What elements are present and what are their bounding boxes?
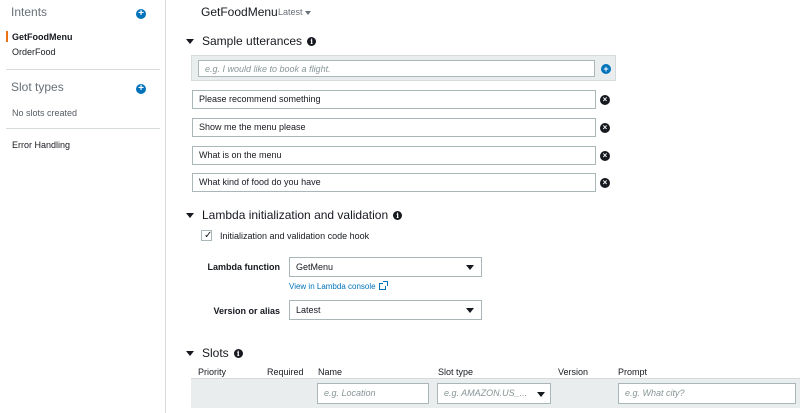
add-intent-icon[interactable]: + (136, 9, 146, 19)
lambda-function-label: Lambda function (207, 262, 281, 272)
sidebar-divider (6, 69, 160, 70)
slot-type-select[interactable]: e.g. AMAZON.US_... (437, 383, 551, 404)
lambda-function-select[interactable]: GetMenu (289, 257, 482, 277)
collapse-triangle-icon (186, 212, 194, 218)
external-link-icon (378, 281, 388, 291)
info-icon[interactable]: i (307, 36, 317, 46)
collapse-triangle-icon (186, 350, 194, 356)
utterance-item[interactable]: Please recommend something (192, 90, 596, 109)
sidebar-divider (6, 128, 160, 129)
slot-type-placeholder: e.g. AMAZON.US_... (444, 388, 528, 398)
utterances-section-header[interactable]: Sample utterances i (186, 34, 317, 48)
add-utterance-icon[interactable]: + (601, 64, 611, 74)
info-icon[interactable]: i (233, 348, 243, 358)
sidebar-item-error-handling[interactable]: Error Handling (12, 140, 70, 150)
lambda-function-value: GetMenu (296, 262, 334, 272)
col-version: Version (558, 367, 589, 377)
col-prompt: Prompt (618, 367, 648, 377)
col-required: Required (267, 367, 304, 377)
utterance-item[interactable]: Show me the menu please (192, 118, 596, 137)
info-icon[interactable]: i (393, 210, 403, 220)
utterance-item[interactable]: What kind of food do you have (192, 173, 596, 192)
sidebar-item-getfoodmenu[interactable]: GetFoodMenu (12, 32, 73, 42)
remove-utterance-icon[interactable]: × (600, 95, 610, 105)
no-slots-text: No slots created (12, 108, 78, 118)
code-hook-checkbox[interactable]: ✓ (201, 230, 212, 241)
add-slot-type-icon[interactable]: + (136, 84, 146, 94)
slots-table-header: Priority Required Name Slot type Version… (192, 363, 800, 378)
remove-utterance-icon[interactable]: × (600, 123, 610, 133)
new-utterance-input[interactable] (198, 60, 595, 77)
sidebar: Intents + GetFoodMenu OrderFood Slot typ… (0, 0, 166, 413)
lambda-section-header[interactable]: Lambda initialization and validation i (186, 208, 403, 222)
chevron-down-icon (304, 10, 311, 15)
new-slot-row: e.g. Location e.g. AMAZON.US_... e.g. Wh… (191, 378, 800, 408)
code-hook-label: Initialization and validation code hook (220, 231, 370, 241)
remove-utterance-icon[interactable]: × (600, 151, 610, 161)
version-dropdown[interactable]: Latest (278, 7, 311, 17)
version-alias-label: Version or alias (213, 306, 280, 316)
col-slot-type: Slot type (438, 367, 474, 377)
page-title: GetFoodMenu (201, 5, 278, 19)
lambda-heading: Lambda initialization and validation (202, 208, 389, 222)
slot-name-input[interactable]: e.g. Location (317, 383, 429, 404)
version-label: Latest (278, 7, 303, 17)
checkmark-icon: ✓ (204, 230, 213, 241)
version-alias-value: Latest (296, 305, 321, 315)
new-utterance-panel: + (191, 55, 616, 81)
lambda-console-link-text: View in Lambda console (289, 282, 376, 291)
slot-prompt-input[interactable]: e.g. What city? (618, 383, 796, 404)
sidebar-item-orderfood[interactable]: OrderFood (12, 47, 56, 57)
chevron-down-icon (537, 392, 545, 397)
col-priority: Priority (198, 367, 227, 377)
intents-heading: Intents (11, 5, 48, 19)
collapse-triangle-icon (186, 38, 194, 44)
utterance-item[interactable]: What is on the menu (192, 146, 596, 165)
version-alias-select[interactable]: Latest (289, 300, 482, 320)
main-panel: GetFoodMenu Latest Sample utterances i +… (166, 0, 800, 413)
slots-heading: Slots (202, 346, 229, 360)
slots-section-header[interactable]: Slots i (186, 346, 243, 360)
chevron-down-icon (466, 308, 474, 313)
chevron-down-icon (466, 265, 474, 270)
active-indicator (6, 31, 8, 42)
remove-utterance-icon[interactable]: × (600, 178, 610, 188)
col-name: Name (318, 367, 343, 377)
slot-types-heading: Slot types (11, 80, 64, 94)
utterances-heading: Sample utterances (202, 34, 303, 48)
lambda-console-link[interactable]: View in Lambda console (289, 281, 388, 291)
